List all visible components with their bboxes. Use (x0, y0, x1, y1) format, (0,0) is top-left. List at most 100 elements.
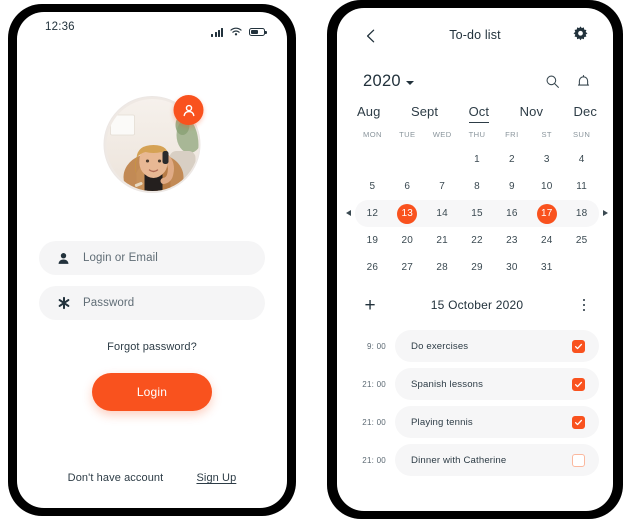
phone-frame-login: 12:36 Login or Email Password Forgot pas… (8, 4, 296, 516)
calendar-day-7[interactable]: 7 (425, 173, 460, 200)
calendar-day-21[interactable]: 21 (425, 227, 460, 254)
task-row[interactable]: 21: 00 Dinner with Catherine (357, 444, 599, 476)
year-selector[interactable]: 2020 (363, 72, 414, 91)
calendar-day-12[interactable]: 12 (355, 200, 390, 227)
month-tab-nov[interactable]: Nov (520, 104, 543, 122)
triangle-left-icon[interactable] (346, 210, 351, 216)
task-body[interactable]: Dinner with Catherine (395, 444, 599, 476)
weekday-label-fri: FRI (505, 130, 519, 139)
calendar-day-30[interactable]: 30 (494, 254, 529, 281)
forgot-password-link[interactable]: Forgot password? (17, 341, 287, 353)
battery-icon (249, 27, 267, 37)
checkbox-unchecked-icon[interactable] (572, 453, 585, 467)
task-row[interactable]: 21: 00 Spanish lessons (357, 368, 599, 400)
calendar-day-24[interactable]: 24 (529, 227, 564, 254)
calendar-day-22[interactable]: 22 (460, 227, 495, 254)
login-button[interactable]: Login (92, 373, 212, 411)
calendar-header-actions (545, 74, 591, 94)
calendar-day-9[interactable]: 9 (494, 173, 529, 200)
calendar-day-18[interactable]: 18 (564, 200, 599, 227)
calendar-day-19[interactable]: 19 (355, 227, 390, 254)
password-placeholder: Password (83, 297, 135, 309)
phone-frame-todo: To-do list 2020 Aug Sept Oct Nov Dec MON… (327, 0, 623, 519)
wifi-icon (230, 23, 242, 41)
task-list: 9: 00 Do exercises 21: 00 Spanish lessons 21… (357, 330, 599, 482)
task-time: 21: 00 (362, 379, 386, 389)
checkbox-checked-icon[interactable] (572, 339, 585, 353)
calendar-day-25[interactable]: 25 (564, 227, 599, 254)
calendar-day-empty (425, 146, 460, 173)
calendar-day-empty (355, 146, 390, 173)
calendar-day-28[interactable]: 28 (425, 254, 460, 281)
calendar-day-3[interactable]: 3 (529, 146, 564, 173)
task-list-header: + 15 October 2020 (361, 294, 593, 316)
calendar-day-16[interactable]: 16 (494, 200, 529, 227)
app-mockup-stage: 12:36 Login or Email Password Forgot pas… (0, 0, 623, 519)
calendar-day-empty (390, 146, 425, 173)
task-label: Spanish lessons (411, 378, 484, 390)
calendar-day-17[interactable]: 17 (529, 200, 564, 227)
asterisk-icon (57, 296, 77, 310)
calendar-day-20[interactable]: 20 (390, 227, 425, 254)
weekday-labels: MON TUE WED THU FRI ST SUN (355, 130, 599, 139)
calendar-grid: 1 2 3 4 5 6 7 8 9 10 11 12 13 14 15 16 17 18 19 20 21 22 23 24 2… (346, 146, 608, 281)
calendar-week-row: 19 20 21 22 23 24 25 (355, 227, 599, 254)
calendar-day-1[interactable]: 1 (460, 146, 495, 173)
calendar-day-13[interactable]: 13 (390, 200, 425, 227)
bell-icon[interactable] (576, 74, 591, 94)
calendar-week-row: 1234 (355, 146, 599, 173)
calendar-day-11[interactable]: 11 (564, 173, 599, 200)
search-icon[interactable] (545, 74, 560, 94)
calendar-day-23[interactable]: 23 (494, 227, 529, 254)
task-row[interactable]: 9: 00 Do exercises (357, 330, 599, 362)
signal-icon (211, 27, 223, 37)
plus-icon[interactable]: + (361, 296, 379, 315)
calendar-day-6[interactable]: 6 (390, 173, 425, 200)
status-bar-time: 12:36 (45, 21, 75, 33)
weekday-label-st: ST (541, 130, 552, 139)
calendar-day-8[interactable]: 8 (460, 173, 495, 200)
selected-date-label: 15 October 2020 (430, 298, 524, 312)
task-row[interactable]: 21: 00 Playing tennis (357, 406, 599, 438)
calendar-day-14[interactable]: 14 (425, 200, 460, 227)
task-body[interactable]: Do exercises (395, 330, 599, 362)
gear-icon[interactable] (571, 25, 591, 45)
weekday-label-sun: SUN (572, 130, 591, 139)
calendar-day-31[interactable]: 31 (529, 254, 564, 281)
person-icon (57, 252, 77, 265)
kebab-menu-icon[interactable] (575, 298, 593, 312)
calendar-day-2[interactable]: 2 (494, 146, 529, 173)
calendar-day-4[interactable]: 4 (564, 146, 599, 173)
calendar-day-5[interactable]: 5 (355, 173, 390, 200)
signup-prompt: Don't have account (67, 472, 164, 484)
month-tab-dec[interactable]: Dec (574, 104, 597, 122)
sign-up-link[interactable]: Sign Up (196, 472, 236, 484)
month-tab-sept[interactable]: Sept (411, 104, 438, 122)
calendar-day-27[interactable]: 27 (390, 254, 425, 281)
todo-screen: To-do list 2020 Aug Sept Oct Nov Dec MON… (337, 8, 613, 511)
calendar-week-row: 5 6 7 8 9 10 11 (355, 173, 599, 200)
month-tab-aug[interactable]: Aug (357, 104, 380, 122)
calendar-week-row: 12 13 14 15 16 17 18 (346, 200, 608, 227)
checkbox-checked-icon[interactable] (572, 415, 585, 429)
task-body[interactable]: Spanish lessons (395, 368, 599, 400)
task-time: 9: 00 (366, 341, 386, 351)
task-label: Do exercises (411, 340, 469, 352)
weekday-label-mon: MON (362, 130, 382, 139)
status-bar: 12:36 (17, 12, 287, 46)
task-body[interactable]: Playing tennis (395, 406, 599, 438)
checkbox-checked-icon[interactable] (572, 377, 585, 391)
month-tab-oct[interactable]: Oct (468, 104, 490, 123)
login-email-field[interactable]: Login or Email (39, 241, 265, 275)
month-tabs: Aug Sept Oct Nov Dec (357, 104, 597, 123)
calendar-day-29[interactable]: 29 (460, 254, 495, 281)
avatar (103, 95, 204, 193)
password-field[interactable]: Password (39, 286, 265, 320)
calendar-day-15[interactable]: 15 (460, 200, 495, 227)
calendar-day-10[interactable]: 10 (529, 173, 564, 200)
todo-header: To-do list (337, 22, 613, 56)
person-icon[interactable] (173, 95, 204, 125)
weekday-label-thu: THU (468, 130, 486, 139)
triangle-right-icon[interactable] (603, 210, 608, 216)
calendar-day-26[interactable]: 26 (355, 254, 390, 281)
